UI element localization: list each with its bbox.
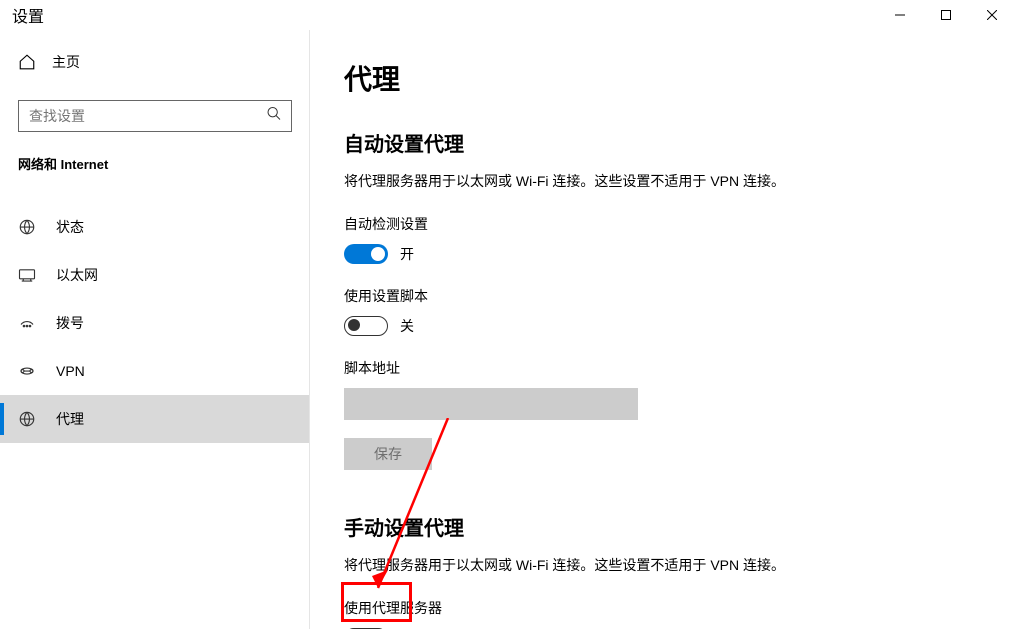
sidebar-nav: 状态 以太网 拨号 VPN	[0, 203, 310, 443]
search-wrap	[18, 100, 292, 132]
manual-section-desc: 将代理服务器用于以太网或 Wi-Fi 连接。这些设置不适用于 VPN 连接。	[344, 555, 991, 576]
auto-section-heading: 自动设置代理	[344, 128, 991, 157]
main-content: 代理 自动设置代理 将代理服务器用于以太网或 Wi-Fi 连接。这些设置不适用于…	[310, 30, 1015, 629]
auto-detect-label: 自动检测设置	[344, 214, 991, 234]
window-title: 设置	[12, 3, 44, 27]
search-icon	[266, 106, 282, 127]
sidebar-home-label: 主页	[52, 52, 80, 72]
auto-detect-state: 开	[400, 244, 414, 264]
save-button[interactable]: 保存	[344, 438, 432, 470]
ethernet-icon	[18, 266, 36, 284]
sidebar-item-proxy[interactable]: 代理	[0, 395, 310, 443]
sidebar-divider	[309, 30, 310, 629]
minimize-button[interactable]	[877, 0, 923, 30]
page-title: 代理	[344, 58, 991, 98]
close-button[interactable]	[969, 0, 1015, 30]
use-script-toggle[interactable]	[344, 316, 388, 336]
home-icon	[18, 53, 36, 71]
search-input[interactable]	[18, 100, 292, 132]
sidebar-item-label: 状态	[56, 217, 84, 237]
script-address-input[interactable]	[344, 388, 638, 420]
status-icon	[18, 218, 36, 236]
sidebar-item-label: VPN	[56, 363, 85, 379]
auto-section-desc: 将代理服务器用于以太网或 Wi-Fi 连接。这些设置不适用于 VPN 连接。	[344, 171, 991, 192]
sidebar-item-status[interactable]: 状态	[0, 203, 310, 251]
use-proxy-label: 使用代理服务器	[344, 598, 991, 618]
sidebar-item-ethernet[interactable]: 以太网	[0, 251, 310, 299]
vpn-icon	[18, 362, 36, 380]
manual-section-heading: 手动设置代理	[344, 512, 991, 541]
script-address-label: 脚本地址	[344, 358, 991, 378]
use-script-label: 使用设置脚本	[344, 286, 991, 306]
window-controls	[877, 0, 1015, 30]
sidebar-item-dialup[interactable]: 拨号	[0, 299, 310, 347]
maximize-button[interactable]	[923, 0, 969, 30]
sidebar-category: 网络和 Internet	[0, 154, 310, 187]
sidebar: 主页 网络和 Internet 状态 以太网	[0, 30, 310, 629]
sidebar-item-vpn[interactable]: VPN	[0, 347, 310, 395]
titlebar: 设置	[0, 0, 1015, 30]
sidebar-item-label: 代理	[56, 409, 84, 429]
proxy-icon	[18, 410, 36, 428]
sidebar-home[interactable]: 主页	[0, 42, 310, 82]
dialup-icon	[18, 314, 36, 332]
sidebar-item-label: 以太网	[56, 265, 98, 285]
auto-detect-toggle[interactable]	[344, 244, 388, 264]
sidebar-item-label: 拨号	[56, 313, 84, 333]
use-script-state: 关	[400, 316, 414, 336]
